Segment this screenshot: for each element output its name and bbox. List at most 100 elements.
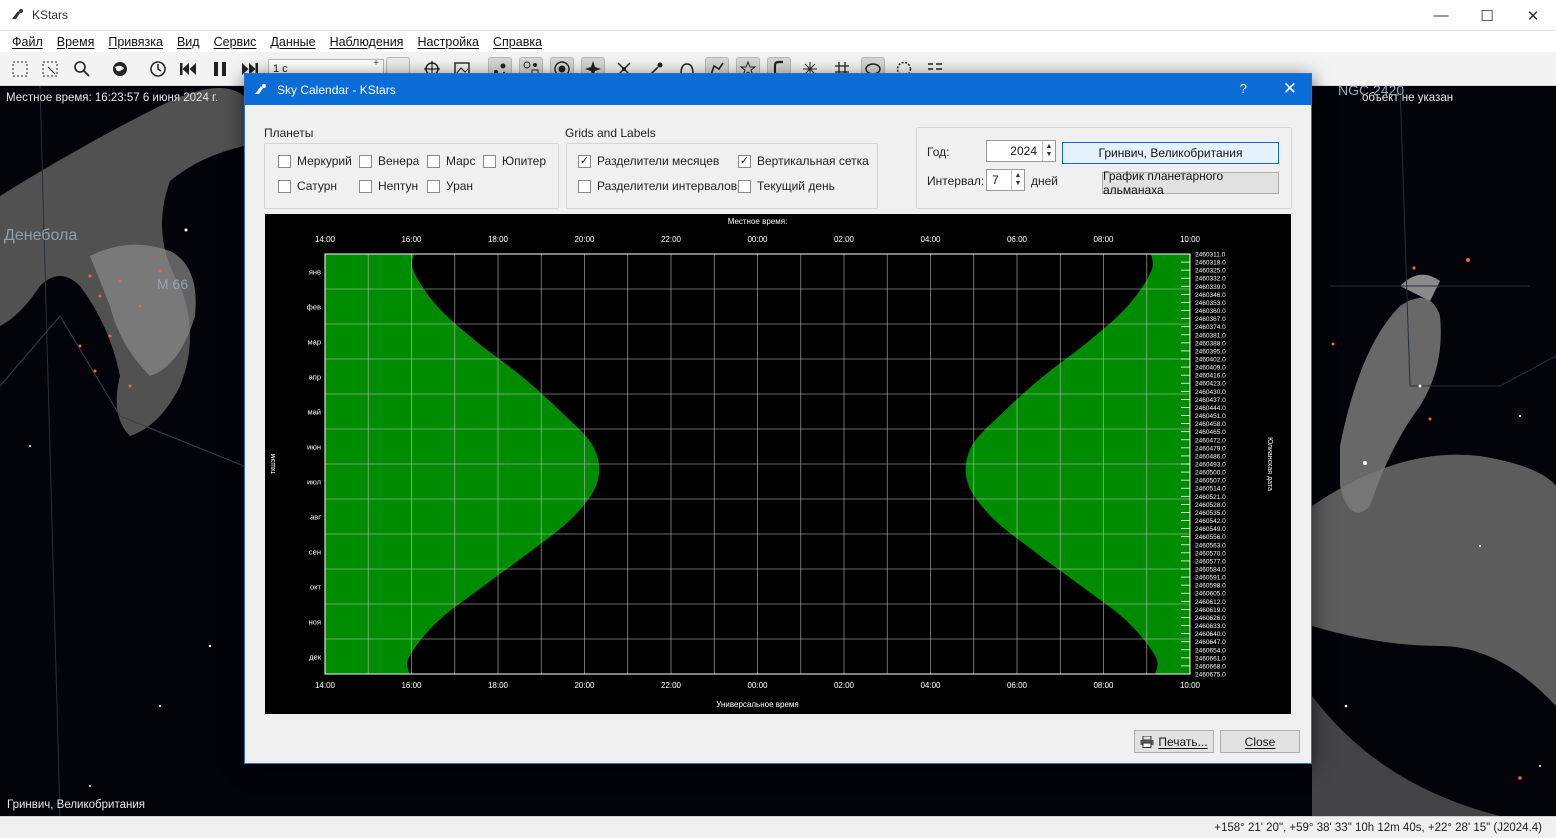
menu-data[interactable]: Данные bbox=[263, 35, 322, 49]
month-label: апр bbox=[309, 373, 321, 382]
find-icon[interactable] bbox=[70, 57, 94, 81]
checkbox-jupiter[interactable]: Юпитер bbox=[483, 154, 546, 168]
checkbox-uranus[interactable]: Уран bbox=[427, 179, 473, 193]
object-label-m66[interactable]: М 66 bbox=[157, 276, 188, 292]
skip-back-icon[interactable] bbox=[176, 57, 200, 81]
checkbox-month-dividers[interactable]: ✓ Разделители месяцев bbox=[578, 154, 719, 168]
checkbox-mercury[interactable]: Меркурий bbox=[278, 154, 352, 168]
year-spinbox[interactable]: 2024 ▲ ▼ bbox=[986, 140, 1056, 162]
x-tick-label-bottom: 06:00 bbox=[1007, 681, 1028, 690]
clock-icon[interactable] bbox=[146, 57, 170, 81]
julian-date-label: 2460668.0 bbox=[1195, 663, 1226, 670]
x-tick-label-top: 06:00 bbox=[1007, 235, 1028, 244]
checkbox-mars[interactable]: Марс bbox=[427, 154, 475, 168]
close-window-button[interactable]: ✕ bbox=[1510, 0, 1556, 31]
julian-date-label: 2460451.0 bbox=[1195, 413, 1226, 420]
x-tick-label-top: 04:00 bbox=[920, 235, 941, 244]
main-titlebar: KStars — ☐ ✕ bbox=[0, 0, 1556, 31]
checkbox-vertical-grid[interactable]: ✓ Вертикальная сетка bbox=[738, 154, 869, 168]
interval-value[interactable]: 7 bbox=[987, 173, 1011, 187]
julian-date-label: 2460577.0 bbox=[1195, 558, 1226, 565]
grids-group-title: Grids and Labels bbox=[565, 126, 656, 140]
zoom-fit-icon[interactable] bbox=[8, 57, 32, 81]
x-tick-label-bottom: 22:00 bbox=[661, 681, 682, 690]
julian-date-label: 2460381.0 bbox=[1195, 332, 1226, 339]
julian-date-label: 2460367.0 bbox=[1195, 316, 1226, 323]
menu-help[interactable]: Справка bbox=[486, 35, 549, 49]
star-label-denebola[interactable]: Денебола bbox=[4, 227, 77, 245]
x-tick-label-bottom: 20:00 bbox=[574, 681, 595, 690]
year-spin-arrows-icon[interactable]: ▲ ▼ bbox=[1042, 141, 1055, 161]
close-button[interactable]: Close bbox=[1220, 730, 1300, 753]
interval-spinbox[interactable]: 7 ▲ ▼ bbox=[986, 169, 1025, 191]
dialog-close-icon[interactable]: ✕ bbox=[1283, 79, 1297, 99]
julian-date-label: 2460325.0 bbox=[1195, 268, 1226, 275]
location-button[interactable]: Гринвич, Великобритания bbox=[1062, 142, 1279, 164]
checkbox-saturn[interactable]: Сатурн bbox=[278, 179, 337, 193]
julian-date-label: 2460598.0 bbox=[1195, 583, 1226, 590]
dialog-help-button[interactable]: ? bbox=[1240, 81, 1247, 96]
top-axis-title: Местное время: bbox=[728, 217, 788, 226]
checkbox-month-dividers-box[interactable]: ✓ bbox=[578, 154, 591, 168]
minimize-button[interactable]: — bbox=[1418, 0, 1464, 31]
coordinates-readout: +158° 21' 20", +59° 38' 33" 10h 12m 40s,… bbox=[1214, 821, 1542, 834]
almanac-chart-button[interactable]: График планетарного альманаха bbox=[1102, 169, 1279, 197]
object-label-ngc[interactable]: NGC 2420 bbox=[1338, 86, 1404, 98]
checkbox-uranus-box[interactable] bbox=[427, 179, 440, 193]
julian-date-label: 2460430.0 bbox=[1195, 389, 1226, 396]
checkbox-interval-dividers[interactable]: Разделители интервалов bbox=[578, 179, 737, 193]
menu-observation[interactable]: Наблюдения bbox=[323, 35, 411, 49]
month-label: май bbox=[307, 408, 321, 417]
julian-date-label: 2460444.0 bbox=[1195, 405, 1226, 412]
checkbox-venus-box[interactable] bbox=[359, 154, 372, 168]
month-label: июл bbox=[307, 478, 321, 487]
checkbox-jupiter-box[interactable] bbox=[483, 154, 496, 168]
pause-icon[interactable] bbox=[208, 57, 232, 81]
checkbox-saturn-box[interactable] bbox=[278, 179, 291, 193]
julian-date-label: 2460465.0 bbox=[1195, 429, 1226, 436]
julian-date-label: 2460472.0 bbox=[1195, 437, 1226, 444]
globe-icon[interactable] bbox=[108, 57, 132, 81]
julian-date-label: 2460661.0 bbox=[1195, 655, 1226, 662]
checkbox-mars-box[interactable] bbox=[427, 154, 440, 168]
checkbox-vertical-grid-box[interactable]: ✓ bbox=[738, 154, 751, 168]
julian-date-label: 2460360.0 bbox=[1195, 308, 1226, 315]
month-label: авг bbox=[310, 513, 321, 522]
julian-date-label: 2460486.0 bbox=[1195, 453, 1226, 460]
month-label: июн bbox=[307, 443, 321, 452]
time-step-up-icon[interactable]: + bbox=[369, 59, 383, 69]
menu-file[interactable]: Файл bbox=[5, 35, 50, 49]
menu-bar: Файл Время Привязка Вид Сервис Данные На… bbox=[0, 31, 1556, 52]
month-label: дек bbox=[309, 653, 322, 662]
menu-tools[interactable]: Сервис bbox=[207, 35, 264, 49]
checkbox-neptune-box[interactable] bbox=[359, 179, 372, 193]
checkbox-current-day-box[interactable] bbox=[738, 179, 751, 193]
checkbox-mercury-box[interactable] bbox=[278, 154, 291, 168]
zoom-select-icon[interactable] bbox=[38, 57, 62, 81]
print-button[interactable]: Печать... bbox=[1134, 730, 1214, 753]
menu-pointing[interactable]: Привязка bbox=[101, 35, 170, 49]
interval-unit-label: дней bbox=[1031, 174, 1059, 188]
julian-date-label: 2460311.0 bbox=[1195, 252, 1226, 259]
julian-date-label: 2460332.0 bbox=[1195, 276, 1226, 283]
julian-date-label: 2460437.0 bbox=[1195, 397, 1226, 404]
checkbox-current-day[interactable]: Текущий день bbox=[738, 179, 835, 193]
printer-icon bbox=[1140, 735, 1154, 748]
x-tick-label-top: 18:00 bbox=[488, 235, 509, 244]
interval-spin-arrows-icon[interactable]: ▲ ▼ bbox=[1011, 170, 1024, 190]
julian-date-label: 2460528.0 bbox=[1195, 502, 1226, 509]
year-value[interactable]: 2024 bbox=[987, 144, 1042, 158]
julian-date-label: 2460549.0 bbox=[1195, 526, 1226, 533]
julian-date-label: 2460542.0 bbox=[1195, 518, 1226, 525]
maximize-button[interactable]: ☐ bbox=[1464, 0, 1510, 31]
checkbox-venus[interactable]: Венера bbox=[359, 154, 419, 168]
menu-view[interactable]: Вид bbox=[170, 35, 207, 49]
julian-date-label: 2460500.0 bbox=[1195, 470, 1226, 477]
menu-time[interactable]: Время bbox=[50, 35, 102, 49]
julian-date-label: 2460633.0 bbox=[1195, 623, 1226, 630]
month-label: мар bbox=[308, 338, 322, 347]
checkbox-interval-dividers-box[interactable] bbox=[578, 179, 591, 193]
julian-date-label: 2460584.0 bbox=[1195, 567, 1226, 574]
checkbox-neptune[interactable]: Нептун bbox=[359, 179, 418, 193]
menu-settings[interactable]: Настройка bbox=[410, 35, 486, 49]
